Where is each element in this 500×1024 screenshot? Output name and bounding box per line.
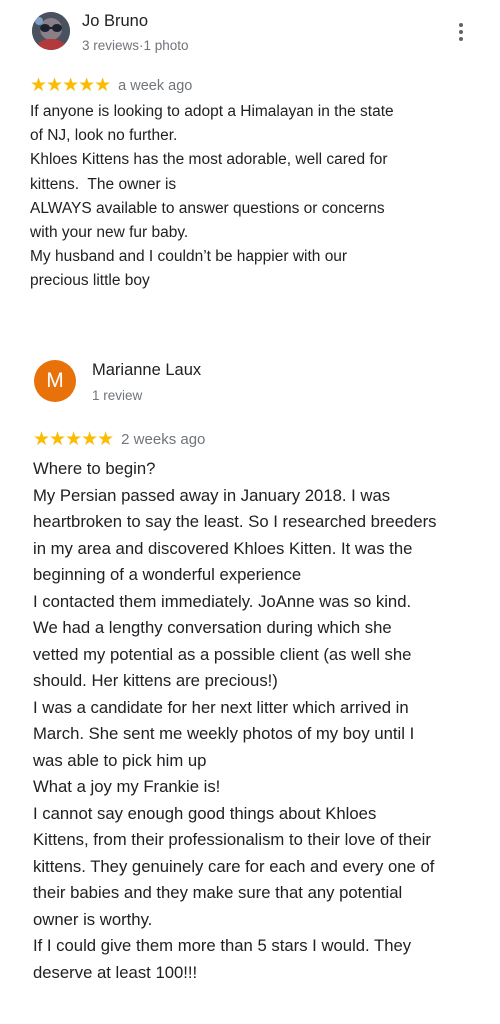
reviewer-meta: 1 review — [92, 388, 143, 403]
review-text: Where to begin? My Persian passed away i… — [33, 459, 437, 982]
reviewer-meta: 3 reviews·1 photo — [82, 38, 189, 53]
rating-row: ★★★★★ 2 weeks ago — [33, 430, 205, 449]
reviewer-name[interactable]: Jo Bruno — [82, 12, 148, 31]
profile-photo-icon — [32, 12, 70, 50]
avatar-letter: M — [46, 369, 64, 392]
review-time: 2 weeks ago — [121, 431, 206, 448]
star-rating: ★★★★★ — [33, 429, 114, 450]
review-time: a week ago — [118, 77, 193, 94]
reviewer-name[interactable]: Marianne Laux — [92, 361, 201, 380]
avatar[interactable]: M — [34, 360, 76, 402]
review-text: If anyone is looking to adopt a Himalaya… — [30, 103, 394, 290]
avatar[interactable] — [32, 12, 70, 50]
star-rating: ★★★★★ — [30, 75, 111, 96]
rating-row: ★★★★★ a week ago — [30, 76, 192, 95]
more-vert-icon[interactable] — [458, 23, 464, 41]
